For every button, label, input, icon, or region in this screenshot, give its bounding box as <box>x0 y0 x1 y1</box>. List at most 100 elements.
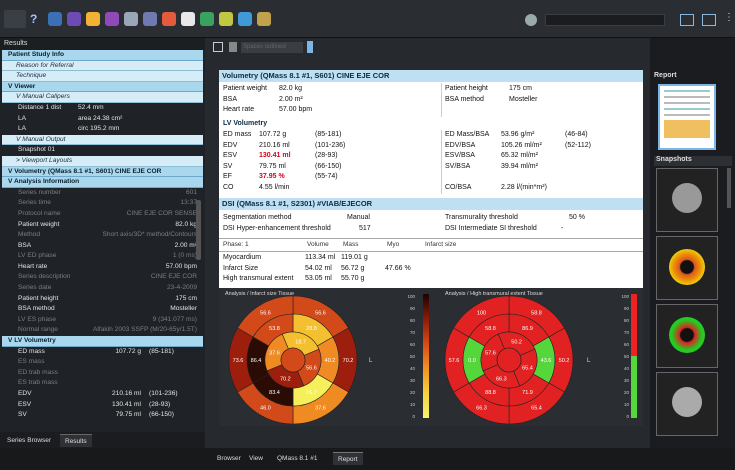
dsi-section-title: DSI (QMass 8.1 #1, S2301) #VIAB/EJECOR <box>219 198 643 210</box>
tree-key: Distance 1 dist <box>18 103 62 111</box>
patient-weight-value: 82.0 kg <box>279 85 302 92</box>
patient-height-value: 175 cm <box>509 85 532 92</box>
tree-item[interactable]: Reason for Referral <box>2 60 203 72</box>
module-3-icon[interactable] <box>86 12 100 26</box>
module-8-icon[interactable] <box>181 12 195 26</box>
tree-value-row: LA area 24.38 cm² <box>0 114 205 125</box>
bullseye-value: 56.6 <box>260 310 271 316</box>
tree-item[interactable]: V Manual Output <box>2 134 203 146</box>
tree-value-row: Series time 13:37 <box>0 198 205 209</box>
tree-value-row: Series number 601 <box>0 188 205 199</box>
bullseye-value: 65.4 <box>531 406 542 412</box>
tab-series-browser[interactable]: Series Browser <box>2 434 56 447</box>
scale-tick: 30 <box>410 378 416 383</box>
table-cell: 53.05 ml <box>305 275 332 282</box>
tree-item[interactable]: > Viewport Layouts <box>2 155 203 167</box>
tree-value-row: Protocol name CINE EJE COR SENSE <box>0 209 205 220</box>
tree-item[interactable]: V Analysis Information <box>2 177 203 188</box>
divider <box>441 130 442 194</box>
snapshot-thumbnail-4[interactable] <box>656 372 718 436</box>
tree-key: BSA <box>18 241 32 249</box>
tree-item[interactable]: V Manual Calipers <box>2 92 203 103</box>
transmurality-label: Transmurality threshold <box>445 214 518 221</box>
monitor-icon[interactable] <box>702 14 716 26</box>
scale-tick: 10 <box>410 402 416 407</box>
bullseye-segment <box>280 347 306 373</box>
tree-value-row: EDV 210.16 ml (101-236) <box>0 389 205 400</box>
search-input[interactable] <box>545 14 665 26</box>
snapshot-thumbnail-3[interactable] <box>656 304 718 368</box>
tab-view[interactable]: View <box>244 452 268 465</box>
module-12-icon[interactable] <box>257 12 271 26</box>
scale-tick: 90 <box>410 306 416 311</box>
tree-value: 79.75 ml <box>115 411 141 419</box>
bullseye-value: 65.4 <box>522 366 533 372</box>
save-icon[interactable] <box>213 42 223 52</box>
scale-tick: 0 <box>412 414 415 419</box>
bullseye-chart-2: 58.8 50.2 65.4 66.3 57.6 100 86.9 43.6 71.9 88.8 0… <box>444 295 574 425</box>
tab-browser[interactable]: Browser <box>212 452 246 465</box>
tree-item[interactable]: Technique <box>2 71 203 82</box>
module-6-icon[interactable] <box>143 12 157 26</box>
tree-value-row: BSA 2.00 m² <box>0 241 205 252</box>
color-scale-2 <box>631 294 637 418</box>
lv-metric-value: 37.95 % <box>259 173 285 180</box>
lv-metric-value: 4.55 l/min <box>259 183 290 191</box>
tab-qmass[interactable]: QMass 8.1 #1 <box>272 452 322 465</box>
database-icon[interactable] <box>307 41 313 53</box>
tree-key: LA <box>18 125 27 133</box>
more-menu-icon[interactable]: ⋮ <box>724 12 734 23</box>
tree-key: Series date <box>18 284 52 292</box>
tree-value-row: Patient weight 82.0 kg <box>0 220 205 231</box>
results-scrollbar[interactable] <box>196 200 201 260</box>
window-layout-icon[interactable] <box>680 14 694 26</box>
module-4-icon[interactable] <box>105 12 119 26</box>
tree-item[interactable]: V Viewer <box>2 81 203 93</box>
tree-value <box>98 368 205 379</box>
tree-key: Patient weight <box>18 220 60 228</box>
module-5-icon[interactable] <box>124 12 138 26</box>
tree-key: SV <box>18 411 27 419</box>
tree-item[interactable]: Patient Study Info <box>2 50 203 61</box>
snapshot-thumbnail-2[interactable] <box>656 236 718 300</box>
user-icon[interactable] <box>525 14 537 26</box>
tree-item[interactable]: V Volumetry (QMass 8.1 #1, S601) CINE EJ… <box>2 166 203 178</box>
lv-metric-label: ESV/BSA <box>445 152 475 159</box>
layout-select[interactable]: Spaces outlined <box>241 42 303 53</box>
module-7-icon[interactable] <box>162 12 176 26</box>
bullseye-value: 66.3 <box>496 376 507 382</box>
lv-metric-label: EDV <box>223 141 238 149</box>
tree-value-row: Snapshot 01 <box>0 145 205 156</box>
bsa-method-value: Mosteller <box>509 96 538 103</box>
report-thumbnail[interactable] <box>658 84 716 150</box>
bullseye-chart-1: 56.6 70.2 37.6 46.0 73.6 56.6 28.8 40.2 16.7 83.4… <box>228 295 358 425</box>
app-logo-icon[interactable] <box>4 10 26 28</box>
scale-tick: 20 <box>410 390 416 395</box>
bullseye-value: 50.2 <box>559 358 570 364</box>
bullseye-value: 43.6 <box>541 358 552 364</box>
snapshot-thumbnail-1[interactable] <box>656 168 718 232</box>
transmurality-value: 50 % <box>569 214 585 221</box>
module-1-icon[interactable] <box>48 12 62 26</box>
scale-tick: 80 <box>624 318 630 323</box>
module-10-icon[interactable] <box>219 12 233 26</box>
tree-value-row: Distance 1 dist 52.4 mm <box>0 103 205 114</box>
bullseye-value: 58.8 <box>485 326 496 332</box>
report-document: Volumetry (QMass 8.1 #1, S601) CINE EJE … <box>219 70 643 426</box>
tree-value <box>98 357 205 368</box>
document-icon[interactable] <box>229 42 237 52</box>
tab-results[interactable]: Results <box>60 434 92 447</box>
snapshots-scrollbar[interactable] <box>727 168 731 208</box>
tree-key: BSA method <box>18 305 55 313</box>
bullseye-value: 56.6 <box>315 310 326 316</box>
help-icon[interactable]: ? <box>30 12 37 26</box>
tree-item[interactable]: V LV Volumetry <box>2 336 203 347</box>
module-9-icon[interactable] <box>200 12 214 26</box>
tab-report[interactable]: Report <box>333 452 363 465</box>
module-2-icon[interactable] <box>67 12 81 26</box>
module-11-icon[interactable] <box>238 12 252 26</box>
tree-value: 13:37 <box>180 199 197 207</box>
right-panel: Report Snapshots <box>650 38 735 448</box>
tree-value: Mosteller <box>170 305 197 313</box>
divider <box>441 83 442 117</box>
